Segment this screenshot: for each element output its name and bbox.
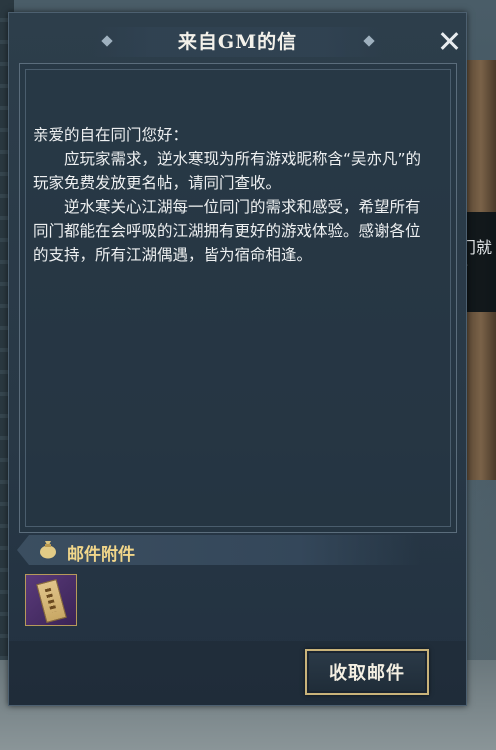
letter-greeting: 亲爱的自在同门您好： [33,126,189,144]
dialog-title: 来自GM的信 [177,31,298,53]
letter-paragraph: 逆水寒关心江湖每一位同门的需求和感受，希望所有同门都能在会呼吸的江湖拥有更好的游… [33,198,421,264]
attachment-item-rename-card[interactable] [25,574,77,626]
title-bar: 来自GM的信 [9,13,466,65]
rename-card-icon [36,578,67,624]
close-icon[interactable] [437,29,461,53]
letter-body: 亲爱的自在同门您好： 应玩家需求，逆水寒现为所有游戏昵称含“吴亦凡”的玩家免费发… [33,123,433,267]
letter-paragraph: 应玩家需求，逆水寒现为所有游戏昵称含“吴亦凡”的玩家免费发放更名帖，请同门查收。 [33,150,422,192]
collect-mail-button[interactable]: 收取邮件 [305,649,429,695]
gm-letter-dialog: 来自GM的信 亲爱的自在同门您好： 应玩家需求，逆水寒现为所有游戏昵称含“吴亦凡… [8,12,467,706]
attachment-label: 邮件附件 [67,545,135,565]
bag-icon [40,541,56,559]
